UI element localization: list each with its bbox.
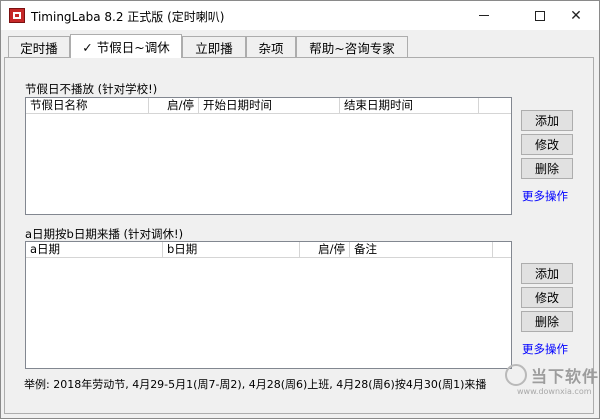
- watermark-logo-icon: [505, 364, 527, 386]
- holiday-more-link[interactable]: 更多操作: [522, 188, 568, 204]
- close-icon: ✕: [570, 7, 582, 24]
- window-title: TimingLaba 8.2 正式版 (定时喇叭): [31, 10, 225, 24]
- swap-edit-button[interactable]: 修改: [521, 287, 573, 308]
- col-b-date[interactable]: b日期: [163, 242, 300, 258]
- holiday-list[interactable]: 节假日名称 启/停 开始日期时间 结束日期时间: [25, 97, 512, 215]
- col-holiday-enabled[interactable]: 启/停: [149, 98, 199, 114]
- app-window: TimingLaba 8.2 正式版 (定时喇叭) ✕ 定时播 ✓ 节假日~调休…: [0, 0, 600, 419]
- swap-add-button[interactable]: 添加: [521, 263, 573, 284]
- col-holiday-end[interactable]: 结束日期时间: [340, 98, 479, 114]
- tab-holidays[interactable]: ✓ 节假日~调休: [70, 34, 182, 58]
- holiday-delete-button[interactable]: 删除: [521, 158, 573, 179]
- col-swap-enabled[interactable]: 启/停: [300, 242, 350, 258]
- app-icon[interactable]: [9, 8, 25, 23]
- col-holiday-name[interactable]: 节假日名称: [26, 98, 149, 114]
- minimize-button[interactable]: [461, 1, 507, 30]
- title-bar: TimingLaba 8.2 正式版 (定时喇叭) ✕: [1, 1, 599, 30]
- watermark: 当下软件园 www.downxia.com: [505, 361, 600, 411]
- example-text: 举例: 2018年劳动节, 4月29-5月1(周7-周2), 4月28(周6)上…: [24, 378, 487, 391]
- swap-delete-button[interactable]: 删除: [521, 311, 573, 332]
- watermark-brand: 当下软件园: [531, 367, 600, 386]
- swap-section-label: a日期按b日期来播 (针对调休!): [25, 227, 184, 241]
- holiday-edit-button[interactable]: 修改: [521, 134, 573, 155]
- holiday-add-button[interactable]: 添加: [521, 110, 573, 131]
- minimize-icon: [479, 15, 489, 16]
- tab-help[interactable]: 帮助~咨询专家: [296, 36, 408, 57]
- holiday-section-label: 节假日不播放 (针对学校!): [25, 82, 158, 96]
- col-holiday-start[interactable]: 开始日期时间: [199, 98, 340, 114]
- tab-misc[interactable]: 杂项: [246, 36, 296, 57]
- col-note[interactable]: 备注: [350, 242, 493, 258]
- holiday-list-header: 节假日名称 启/停 开始日期时间 结束日期时间: [26, 98, 511, 114]
- swap-list-header: a日期 b日期 启/停 备注: [26, 242, 511, 258]
- tab-scheduled[interactable]: 定时播: [8, 36, 70, 57]
- swap-list[interactable]: a日期 b日期 启/停 备注: [25, 241, 512, 369]
- maximize-icon: [535, 10, 545, 21]
- tab-instant[interactable]: 立即播: [182, 36, 246, 57]
- watermark-url: www.downxia.com: [517, 387, 592, 396]
- col-a-date[interactable]: a日期: [26, 242, 163, 258]
- close-button[interactable]: ✕: [553, 1, 599, 30]
- swap-more-link[interactable]: 更多操作: [522, 341, 568, 357]
